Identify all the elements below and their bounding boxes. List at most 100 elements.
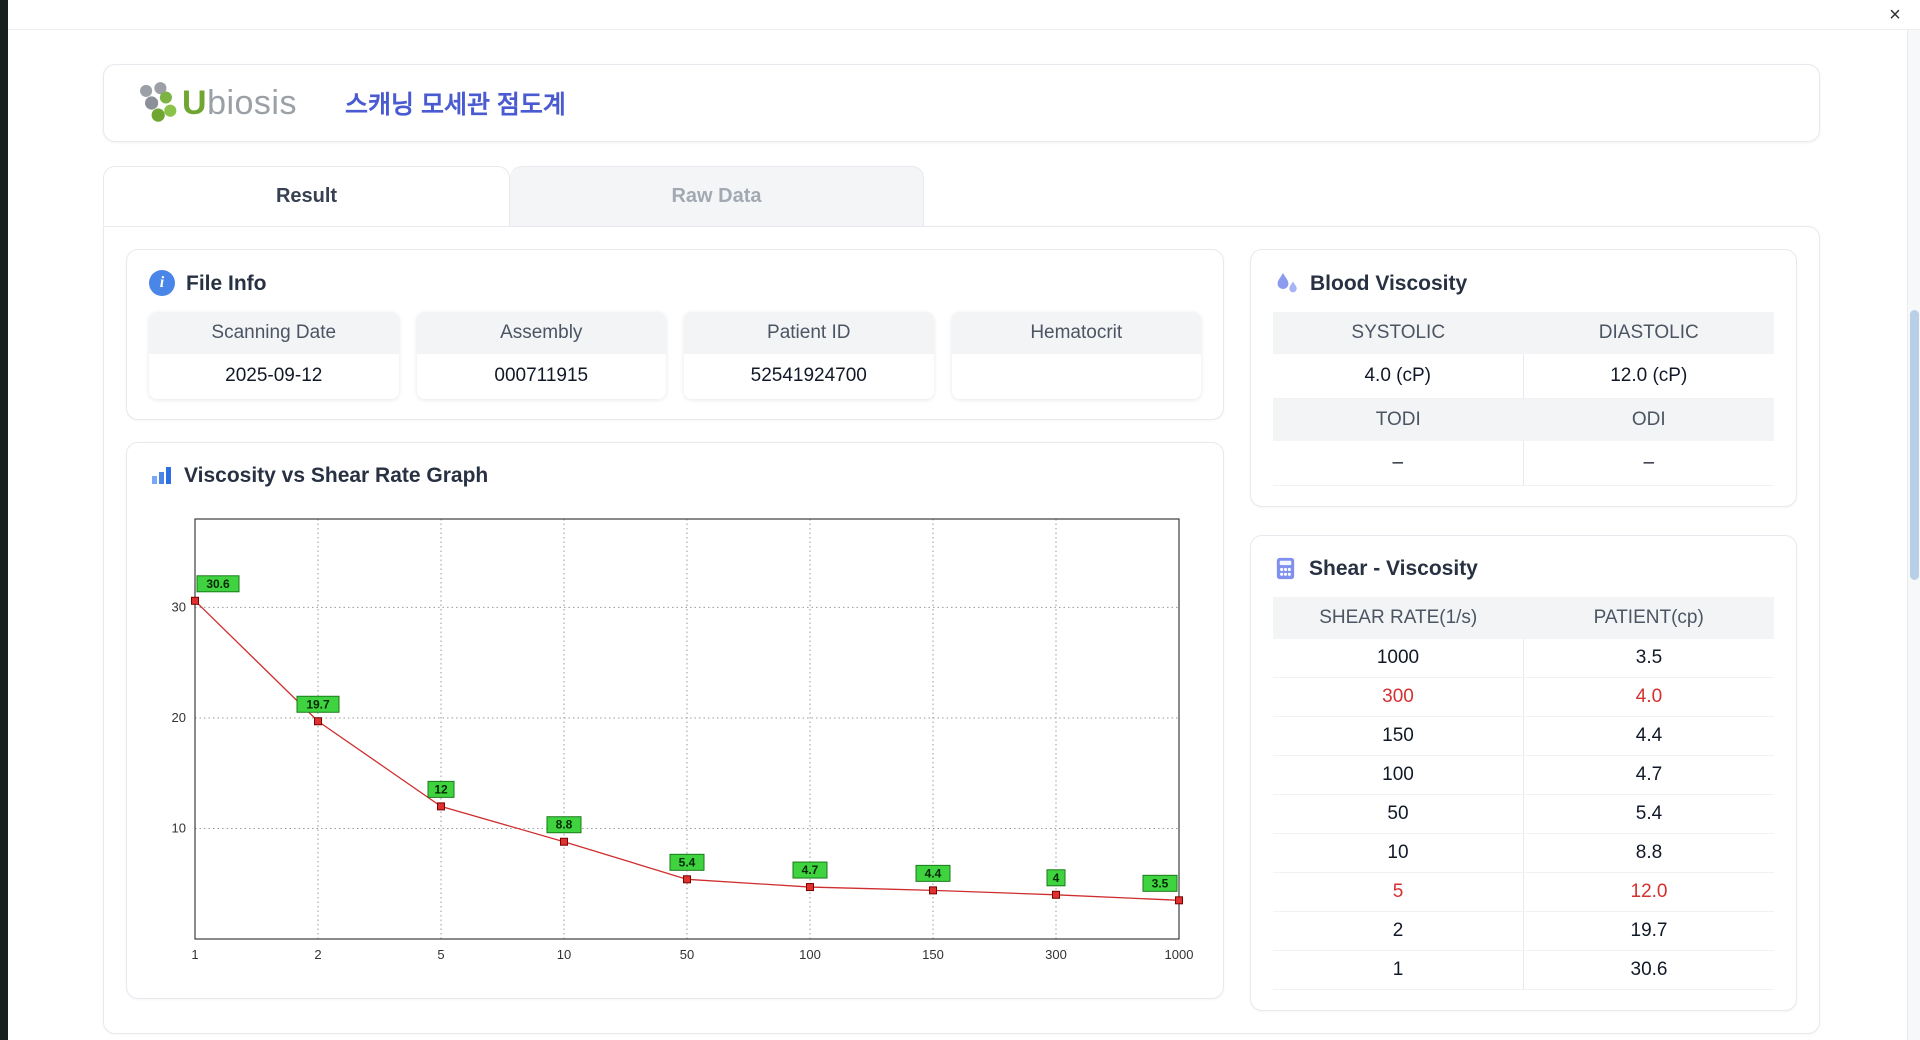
svg-text:12: 12 bbox=[434, 782, 448, 796]
shear-rate-cell: 10 bbox=[1273, 834, 1524, 872]
todi-value: – bbox=[1273, 441, 1524, 486]
blood-viscosity-table: SYSTOLIC DIASTOLIC 4.0 (cP) 12.0 (cP) TO… bbox=[1273, 312, 1774, 486]
chart-container: 10 20 30 1 2 5 10 50 100 150 300 1000 30.6 19.7 12 8.8 5… bbox=[149, 503, 1201, 978]
patient-cell: 3.5 bbox=[1635, 647, 1663, 668]
graph-title: Viscosity vs Shear Rate Graph bbox=[184, 463, 489, 487]
svg-text:4.4: 4.4 bbox=[925, 866, 942, 880]
svg-text:30.6: 30.6 bbox=[206, 577, 230, 591]
shear-rate-cell: 150 bbox=[1273, 717, 1524, 755]
svg-text:8.8: 8.8 bbox=[556, 818, 573, 832]
svg-text:30: 30 bbox=[172, 599, 186, 614]
svg-text:1000: 1000 bbox=[1165, 947, 1194, 962]
svg-text:4: 4 bbox=[1053, 871, 1060, 885]
tab-result[interactable]: Result bbox=[103, 166, 510, 226]
table-row: 2 19.7 bbox=[1273, 912, 1774, 951]
shear-rate-cell: 100 bbox=[1273, 756, 1524, 794]
patient-cell: 30.6 bbox=[1630, 959, 1668, 980]
svg-text:100: 100 bbox=[799, 947, 821, 962]
shear-rate-cell: 1 bbox=[1273, 951, 1524, 989]
ubiosis-logo: Ubiosis bbox=[134, 81, 297, 125]
todi-label: TODI bbox=[1273, 399, 1524, 441]
left-column: i File Info Scanning Date 2025-09-12 Ass… bbox=[126, 249, 1224, 1011]
calculator-icon bbox=[1276, 557, 1295, 580]
svg-text:1: 1 bbox=[191, 947, 198, 962]
svg-text:10: 10 bbox=[172, 820, 186, 835]
table-row: 150 4.4 bbox=[1273, 717, 1774, 756]
patient-cell: 4.7 bbox=[1635, 764, 1663, 785]
right-scrollbar[interactable] bbox=[1907, 30, 1920, 1040]
field-assembly: Assembly 000711915 bbox=[416, 312, 666, 399]
diastolic-value: 12.0 (cP) bbox=[1523, 354, 1774, 399]
page-title: 스캐닝 모세관 점도계 bbox=[345, 91, 566, 119]
right-column: Blood Viscosity SYSTOLIC DIASTOLIC 4.0 (… bbox=[1250, 249, 1797, 1011]
patient-column-header: PATIENT(cp) bbox=[1593, 607, 1704, 628]
file-info-header: i File Info bbox=[149, 270, 1201, 296]
main-content: Ubiosis 스캐닝 모세관 점도계 Result Raw Data i Fi… bbox=[103, 64, 1820, 1034]
odi-label: ODI bbox=[1523, 399, 1774, 441]
field-patient-id: Patient ID 52541924700 bbox=[684, 312, 934, 399]
systolic-value: 4.0 (cP) bbox=[1273, 354, 1524, 399]
table-row: 5 12.0 bbox=[1273, 873, 1774, 912]
shear-rate-cell: 1000 bbox=[1273, 639, 1524, 677]
patient-cell: 8.8 bbox=[1635, 842, 1663, 863]
systolic-label: SYSTOLIC bbox=[1273, 312, 1524, 354]
tab-raw-data[interactable]: Raw Data bbox=[510, 166, 924, 226]
table-row: 1000 3.5 bbox=[1273, 639, 1774, 678]
odi-value: – bbox=[1523, 441, 1774, 486]
droplet-icon bbox=[1277, 273, 1297, 293]
table-row: 300 4.0 bbox=[1273, 678, 1774, 717]
content-panel: i File Info Scanning Date 2025-09-12 Ass… bbox=[103, 226, 1820, 1034]
svg-text:4.7: 4.7 bbox=[802, 863, 819, 877]
blood-viscosity-card: Blood Viscosity SYSTOLIC DIASTOLIC 4.0 (… bbox=[1250, 249, 1797, 507]
shear-viscosity-card: Shear - Viscosity SHEAR RATE(1/s) PATIEN… bbox=[1250, 535, 1797, 1011]
scrollbar-thumb[interactable] bbox=[1910, 310, 1919, 580]
info-icon: i bbox=[149, 270, 175, 296]
table-header-row: SHEAR RATE(1/s) PATIENT(cp) bbox=[1273, 597, 1774, 639]
field-value bbox=[951, 354, 1201, 399]
field-value: 000711915 bbox=[416, 354, 666, 399]
table-row: 100 4.7 bbox=[1273, 756, 1774, 795]
svg-text:19.7: 19.7 bbox=[306, 697, 330, 711]
logo-text: Ubiosis bbox=[182, 83, 297, 122]
svg-text:2: 2 bbox=[314, 947, 321, 962]
window-titlebar: × bbox=[8, 0, 1920, 30]
left-edge-strip bbox=[0, 0, 8, 1040]
shear-rate-cell: 50 bbox=[1273, 795, 1524, 833]
patient-cell: 4.4 bbox=[1635, 725, 1663, 746]
diastolic-label: DIASTOLIC bbox=[1523, 312, 1774, 354]
shear-rate-column-header: SHEAR RATE(1/s) bbox=[1319, 607, 1478, 628]
tab-bar: Result Raw Data bbox=[103, 166, 1820, 226]
svg-text:10: 10 bbox=[557, 947, 571, 962]
svg-text:5: 5 bbox=[437, 947, 444, 962]
shear-rate-cell: 300 bbox=[1273, 678, 1524, 716]
field-hematocrit: Hematocrit bbox=[951, 312, 1201, 399]
file-info-card: i File Info Scanning Date 2025-09-12 Ass… bbox=[126, 249, 1224, 420]
table-row: 1 30.6 bbox=[1273, 951, 1774, 990]
patient-cell: 12.0 bbox=[1630, 881, 1668, 902]
table-row: 50 5.4 bbox=[1273, 795, 1774, 834]
table-row: 10 8.8 bbox=[1273, 834, 1774, 873]
shear-viscosity-table: SHEAR RATE(1/s) PATIENT(cp) 1000 3.5 300… bbox=[1273, 597, 1774, 990]
viscosity-chart: 1020301 2 5 10 50 100 150 300 100030.619.7128.85… bbox=[172, 518, 1194, 962]
file-info-fields: Scanning Date 2025-09-12 Assembly 000711… bbox=[149, 312, 1201, 399]
shear-viscosity-title: Shear - Viscosity bbox=[1309, 557, 1478, 580]
svg-text:150: 150 bbox=[922, 947, 944, 962]
patient-cell: 5.4 bbox=[1635, 803, 1663, 824]
shear-viscosity-header: Shear - Viscosity bbox=[1273, 556, 1774, 581]
shear-rate-cell: 2 bbox=[1273, 912, 1524, 950]
bar-chart-icon bbox=[152, 467, 171, 484]
svg-text:3.5: 3.5 bbox=[1152, 876, 1169, 890]
graph-card: Viscosity vs Shear Rate Graph 10 20 30 1 2 5 1… bbox=[126, 442, 1224, 999]
svg-text:20: 20 bbox=[172, 710, 186, 725]
field-label: Hematocrit bbox=[951, 312, 1201, 354]
svg-text:50: 50 bbox=[680, 947, 694, 962]
field-scanning-date: Scanning Date 2025-09-12 bbox=[149, 312, 399, 399]
field-label: Patient ID bbox=[684, 312, 934, 354]
logo-grapes-icon bbox=[140, 82, 177, 122]
patient-cell: 19.7 bbox=[1630, 920, 1668, 941]
file-info-title: File Info bbox=[186, 271, 267, 295]
patient-cell: 4.0 bbox=[1635, 686, 1663, 707]
app-header: Ubiosis 스캐닝 모세관 점도계 bbox=[103, 64, 1820, 142]
close-button[interactable]: × bbox=[1882, 2, 1908, 28]
blood-viscosity-title: Blood Viscosity bbox=[1310, 271, 1468, 295]
